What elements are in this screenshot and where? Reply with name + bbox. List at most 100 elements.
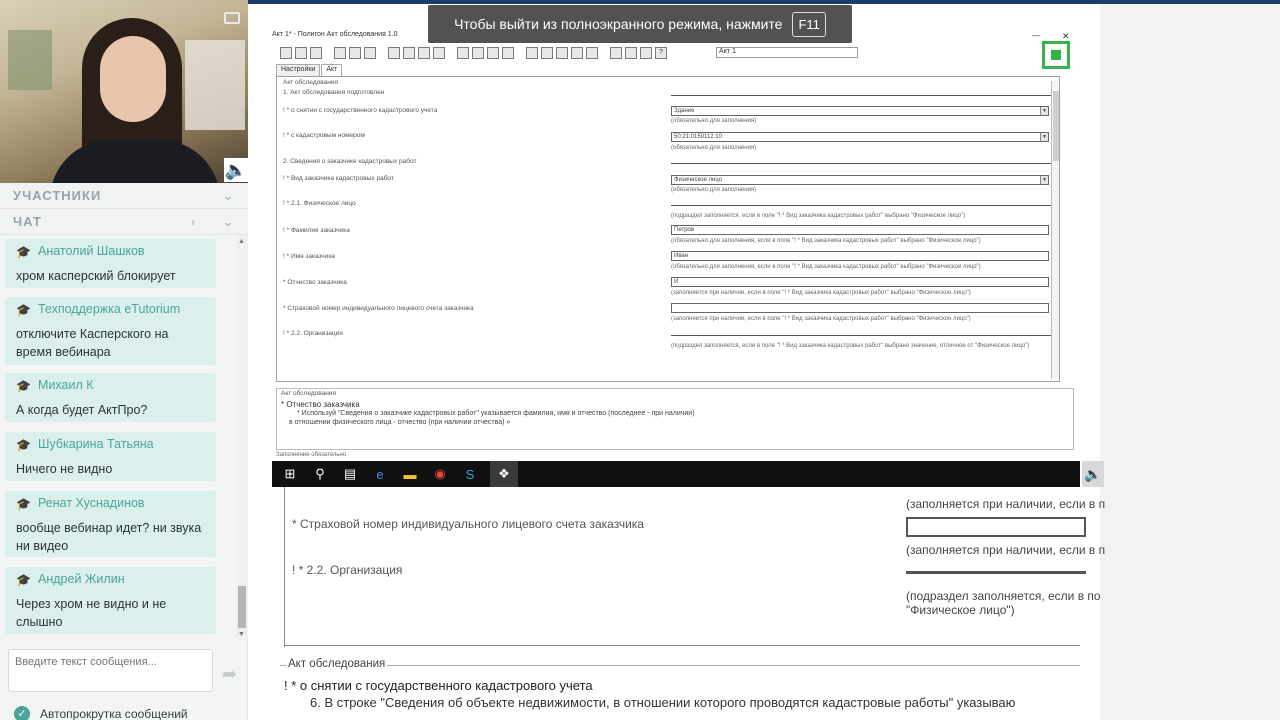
toolbar-separator [601, 47, 607, 59]
form-field-hint: (обязательно для заполнения, если в поле… [671, 264, 981, 270]
app-root: 🔈 УЧАСТНИКИ ⌄ ЧАТ › ⌄ 🎓 Анатолий Шашков х… [0, 0, 1280, 720]
toolbar-cut-icon[interactable] [526, 47, 538, 59]
zoomed-divider [906, 571, 1086, 574]
chat-message: 🎓 Техподдержка eTutorium отключите Каспер… [5, 297, 216, 365]
form-field-hint: (заполняется при наличии, если в поле "!… [671, 316, 971, 322]
form-divider [671, 205, 1051, 206]
windows-start-icon[interactable]: ⊞ [280, 464, 300, 484]
presenter-face [100, 36, 166, 122]
toolbar-separator [379, 47, 385, 59]
toolbar-copy-icon[interactable] [487, 47, 499, 59]
speaker-icon[interactable]: 🔈 [224, 158, 248, 182]
toolbar-find-icon[interactable] [541, 47, 553, 59]
tab-settings[interactable]: Настройки [276, 64, 321, 76]
fullscreen-icon[interactable] [1042, 41, 1070, 69]
object-type-select[interactable]: Здание ▼ [671, 106, 1049, 116]
chevron-down-icon[interactable]: ▼ [1040, 133, 1048, 141]
customer-lastname-input[interactable]: Петров [671, 225, 1049, 235]
chat-scrollbar[interactable]: ▲ ▼ [236, 236, 248, 640]
scroll-up-icon[interactable]: ▲ [238, 238, 245, 245]
edge-browser-icon[interactable]: e [370, 464, 390, 484]
toolbar-export-icon[interactable] [418, 47, 430, 59]
form-section-hint: (подраздел заполняется, если в поле "! *… [671, 343, 1030, 349]
chat-scrollbar-thumb[interactable] [238, 586, 246, 628]
toolbar-open-icon[interactable] [295, 47, 307, 59]
form-field-hint: (обязательно для заполнения) [671, 187, 757, 193]
instructions-line: * Используй "Сведения о заказчике кадаст… [297, 410, 695, 417]
form-field-hint: (обязательно для заполнения) [671, 145, 757, 151]
tab-act[interactable]: Акт [321, 64, 343, 76]
file-explorer-icon[interactable]: ▬ [400, 464, 420, 484]
toolbar-add-row-icon[interactable] [457, 47, 469, 59]
autoscroll-toggle[interactable]: ✓ Автопрокрутка сообщений [14, 706, 188, 720]
chevron-down-icon[interactable]: ▼ [1040, 176, 1048, 184]
scroll-down-icon[interactable]: ▼ [238, 631, 245, 638]
form-field-label: ! * о снятии с государственного кадастро… [283, 107, 438, 114]
fullscreen-exit-text: Чтобы выйти из полноэкранного режима, на… [454, 16, 783, 32]
toolbar-help-icon[interactable]: ? [655, 47, 667, 59]
check-icon: ✓ [14, 706, 30, 720]
form-divider [671, 95, 1051, 96]
toolbar-xml-icon[interactable] [334, 47, 346, 59]
zoom-frame-border [284, 487, 285, 647]
toolbar-scan-icon[interactable] [586, 47, 598, 59]
toolbar-refresh-icon[interactable] [625, 47, 637, 59]
form-scrollbar-thumb[interactable] [1053, 91, 1059, 161]
toolbar-delete-row-icon[interactable] [472, 47, 484, 59]
graduation-cap-icon: 🎓 [16, 573, 31, 587]
chat-message-text: Ничего не видно [16, 462, 113, 476]
document-name-field[interactable]: Акт 1 [716, 47, 858, 58]
zoomed-snils-input[interactable] [906, 517, 1086, 537]
instructions-line: * Отчество заказчика [281, 400, 360, 409]
toolbar-attach-icon[interactable] [571, 47, 583, 59]
participants-label: УЧАСТНИКИ [13, 188, 102, 203]
fullscreen-exit-banner: Чтобы выйти из полноэкранного режима, на… [428, 5, 852, 43]
toolbar-filter-icon[interactable] [640, 47, 652, 59]
chevron-down-icon[interactable]: ▼ [1040, 107, 1048, 115]
task-view-icon[interactable]: ▤ [340, 464, 360, 484]
toolbar-sign-icon[interactable] [349, 47, 361, 59]
speaker-icon[interactable]: 🔈 [1082, 461, 1104, 487]
screen-share-icon[interactable] [224, 12, 240, 24]
cadastral-number-select[interactable]: 50:21:0150112:10 ▼ [671, 132, 1049, 142]
toolbar-save-icon[interactable] [310, 47, 322, 59]
chevron-right-icon[interactable]: › [191, 209, 196, 235]
chat-message-list[interactable]: 🎓 Анатолий Шашков хром касперский блокиру… [0, 236, 236, 640]
customer-snils-input[interactable] [671, 303, 1049, 313]
polygon-app-icon[interactable]: ❖ [490, 461, 518, 487]
zoomed-field-hint: (заполняется при наличии, если в п [906, 543, 1106, 557]
toolbar-import-icon[interactable] [433, 47, 445, 59]
webcam-video: 🔈 [0, 0, 248, 183]
graduation-cap-icon: 🎓 [16, 379, 31, 393]
customer-patronymic-input[interactable]: И [671, 277, 1049, 287]
chat-message-text: А когда будет АктПро? [16, 403, 148, 417]
form-section-label: ! * 2.2. Организация [283, 330, 343, 337]
program-title: Акт 1* - Полигон Акт обследования 1.0 [272, 31, 398, 38]
search-icon[interactable]: ⚲ [310, 464, 330, 484]
toolbar-new-icon[interactable] [280, 47, 292, 59]
zoomed-form-view: (заполняется при наличии, если в п * Стр… [272, 487, 1105, 649]
form-scrollbar[interactable] [1051, 81, 1059, 379]
chat-message-input[interactable] [8, 649, 213, 692]
form-section-label: 1. Акт обследования подготовлен [283, 89, 385, 96]
screen-right-margin [1100, 4, 1280, 720]
skype-icon[interactable]: S [460, 464, 480, 484]
minimize-icon[interactable]: — [1032, 31, 1040, 40]
customer-firstname-input[interactable]: Иван [671, 251, 1049, 261]
graduation-cap-icon: 🎓 [16, 497, 31, 511]
participants-header[interactable]: УЧАСТНИКИ ⌄ [0, 183, 248, 209]
toolbar-print-icon[interactable] [388, 47, 400, 59]
chrome-browser-icon[interactable]: ◉ [430, 464, 450, 484]
toolbar-preview-icon[interactable] [403, 47, 415, 59]
toolbar-replace-icon[interactable] [556, 47, 568, 59]
chat-header[interactable]: ЧАТ › ⌄ [0, 209, 248, 235]
presenter-body [50, 140, 220, 183]
chat-message: 🎓 Ренат Хуснадинов вообще вебинар идет? н… [5, 491, 216, 557]
act-form: Акт обследования 1. Акт обследования под… [276, 76, 1060, 382]
toolbar-paste-icon[interactable] [502, 47, 514, 59]
toolbar-check-icon[interactable] [364, 47, 376, 59]
customer-type-select[interactable]: Физическое лицо ▼ [671, 175, 1049, 185]
send-icon[interactable]: ➦ [222, 664, 237, 685]
toolbar-settings-icon[interactable] [610, 47, 622, 59]
chat-label: ЧАТ [13, 214, 42, 229]
